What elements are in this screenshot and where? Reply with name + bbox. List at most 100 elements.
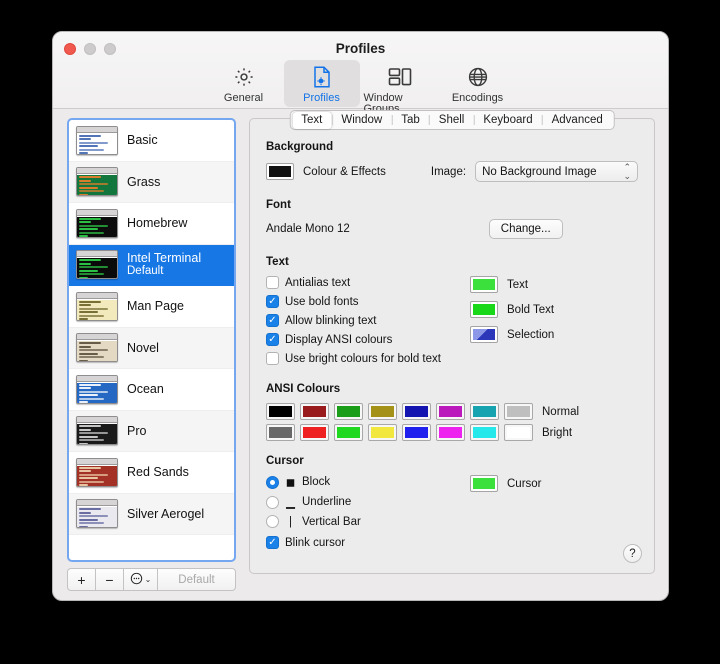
- text-option-row[interactable]: Use bright colours for bold text: [266, 352, 466, 365]
- profile-list-toolbar: + − ⌄ Default: [67, 568, 236, 591]
- ansi-colour-swatch[interactable]: [436, 424, 465, 441]
- ansi-colour-swatch[interactable]: [334, 424, 363, 441]
- cursor-option-label: Underline: [302, 496, 352, 508]
- profile-thumbnail: [76, 416, 118, 446]
- text-option-label: Allow blinking text: [285, 314, 377, 327]
- profile-name: Basic: [127, 133, 158, 148]
- background-image-value: No Background Image: [482, 165, 597, 178]
- window-body: Basic Grass Homebrew Intel Terminal Default M…: [53, 109, 668, 600]
- profile-name: Homebrew: [127, 216, 188, 231]
- text-option-row[interactable]: Antialias text: [266, 276, 466, 289]
- cursor-colour-swatch[interactable]: [470, 475, 498, 492]
- text-option-row[interactable]: Use bold fonts: [266, 295, 466, 308]
- remove-profile-button[interactable]: −: [95, 568, 123, 591]
- profile-list-item[interactable]: Grass: [69, 161, 234, 203]
- toolbar-item-general[interactable]: General: [206, 60, 282, 107]
- colour-label: Text: [507, 278, 529, 291]
- ansi-section-title: ANSI Colours: [266, 383, 341, 395]
- cursor-colour-label: Cursor: [507, 477, 542, 490]
- ansi-colour-swatch[interactable]: [402, 403, 431, 420]
- cursor-option-label: Block: [302, 476, 331, 488]
- profile-thumbnail: [76, 125, 118, 155]
- text-option-row[interactable]: Display ANSI colours: [266, 333, 466, 346]
- background-image-select[interactable]: No Background Image ⌃ ⌄: [475, 161, 638, 182]
- profile-list-item[interactable]: Basic: [69, 120, 234, 162]
- checkbox[interactable]: [266, 276, 279, 289]
- tab-shell[interactable]: Shell: [430, 112, 474, 129]
- cursor-option-group: ◼ Block ▁ Underline | Vertical Bar: [266, 475, 466, 528]
- help-button[interactable]: ?: [623, 544, 642, 563]
- ansi-row-label: Normal: [542, 405, 580, 418]
- ansi-colour-swatch[interactable]: [368, 403, 397, 420]
- add-profile-button[interactable]: +: [67, 568, 95, 591]
- profile-thumbnail: [76, 499, 118, 529]
- profile-list-item[interactable]: Man Page: [69, 286, 234, 328]
- titlebar: Profiles General Profiles Window Groups …: [53, 32, 668, 115]
- background-section: Background Colour & Effects Image: No Ba…: [266, 141, 638, 182]
- ansi-colour-swatch[interactable]: [436, 403, 465, 420]
- ansi-colour-swatch[interactable]: [334, 403, 363, 420]
- profile-thumbnail: [76, 208, 118, 238]
- chevron-updown-icon: ⌃ ⌄: [623, 161, 631, 181]
- checkbox[interactable]: [266, 314, 279, 327]
- checkbox[interactable]: [266, 295, 279, 308]
- ansi-colour-swatch[interactable]: [368, 424, 397, 441]
- ansi-row-label: Bright: [542, 426, 573, 439]
- ansi-colour-swatch[interactable]: [504, 424, 533, 441]
- text-option-row[interactable]: Allow blinking text: [266, 314, 466, 327]
- ansi-colour-swatch[interactable]: [470, 403, 499, 420]
- toolbar-item-profiles[interactable]: Profiles: [283, 60, 360, 107]
- cursor-option-row[interactable]: ▁ Underline: [266, 495, 466, 509]
- cursor-option-row[interactable]: | Vertical Bar: [266, 515, 466, 528]
- ansi-colour-swatch[interactable]: [504, 403, 533, 420]
- minus-icon: −: [105, 571, 114, 588]
- cursor-option-row[interactable]: ◼ Block: [266, 475, 466, 489]
- globe-icon: [467, 64, 489, 90]
- colour-swatch[interactable]: [470, 326, 498, 343]
- checkbox[interactable]: [266, 352, 279, 365]
- profile-list-item[interactable]: Silver Aerogel: [69, 493, 234, 535]
- blink-cursor-row[interactable]: Blink cursor: [266, 536, 466, 549]
- tab-text[interactable]: Text: [292, 111, 332, 129]
- profile-list-item[interactable]: Intel Terminal Default: [69, 244, 234, 286]
- ansi-colour-swatch[interactable]: [470, 424, 499, 441]
- set-default-button[interactable]: Default: [157, 568, 236, 591]
- profile-list-item[interactable]: Novel: [69, 327, 234, 369]
- ansi-colour-swatch[interactable]: [402, 424, 431, 441]
- ansi-colour-swatch[interactable]: [266, 403, 295, 420]
- blink-cursor-checkbox[interactable]: [266, 536, 279, 549]
- profile-actions-button[interactable]: ⌄: [123, 568, 157, 591]
- profile-list-item[interactable]: Pro: [69, 410, 234, 452]
- ansi-colour-swatch[interactable]: [300, 424, 329, 441]
- background-colour-swatch[interactable]: [266, 163, 294, 180]
- colour-swatch[interactable]: [470, 301, 498, 318]
- ansi-bright-row: Bright: [266, 424, 638, 441]
- profile-list-item[interactable]: Ocean: [69, 369, 234, 411]
- document-gear-icon: [311, 64, 333, 90]
- text-section-title: Text: [266, 256, 289, 268]
- radio-button[interactable]: [266, 495, 279, 509]
- profile-list-item[interactable]: Homebrew: [69, 203, 234, 245]
- cursor-shape-glyph: ◼: [285, 477, 296, 489]
- toolbar-item-encodings[interactable]: Encodings: [440, 60, 516, 107]
- profile-name: Silver Aerogel: [127, 506, 205, 521]
- profile-subtitle: Default: [127, 265, 164, 278]
- change-font-button[interactable]: Change...: [488, 219, 563, 239]
- blink-cursor-label: Blink cursor: [285, 536, 346, 549]
- profile-name: Pro: [127, 423, 147, 438]
- ansi-colour-swatch[interactable]: [266, 424, 295, 441]
- profile-list[interactable]: Basic Grass Homebrew Intel Terminal Default M…: [67, 118, 236, 562]
- tab-window[interactable]: Window: [332, 112, 391, 129]
- colour-swatch[interactable]: [470, 276, 498, 293]
- tab-keyboard[interactable]: Keyboard: [474, 112, 541, 129]
- colour-effects-label: Colour & Effects: [303, 165, 386, 178]
- radio-button[interactable]: [266, 515, 279, 528]
- ansi-colour-swatch[interactable]: [300, 403, 329, 420]
- profile-list-item[interactable]: Red Sands: [69, 452, 234, 494]
- chevron-down-icon: ⌄: [144, 575, 152, 584]
- tab-tab[interactable]: Tab: [392, 112, 429, 129]
- checkbox[interactable]: [266, 333, 279, 346]
- profile-name: Grass: [127, 174, 161, 189]
- radio-button[interactable]: [266, 475, 279, 489]
- tab-advanced[interactable]: Advanced: [543, 112, 612, 129]
